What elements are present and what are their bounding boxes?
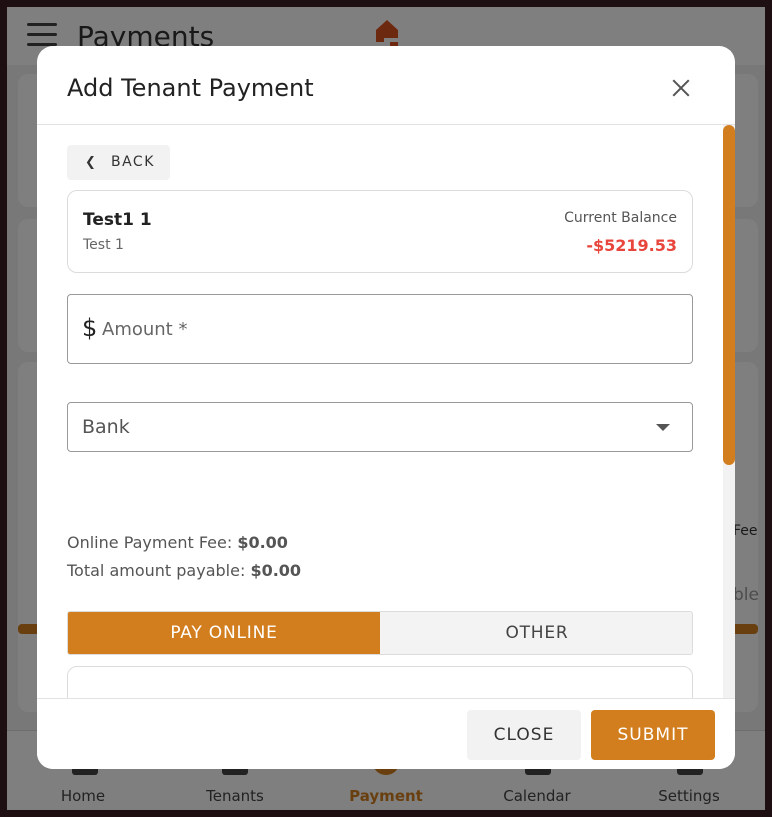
total-payable-label: Total amount payable: <box>67 561 246 580</box>
amount-placeholder: Amount * <box>102 319 188 340</box>
currency-prefix: $ <box>82 314 98 342</box>
online-payment-fee: Online Payment Fee: $0.00 <box>67 533 288 552</box>
other-tab[interactable]: OTHER <box>380 612 692 654</box>
dropdown-arrow-icon <box>656 424 670 431</box>
back-button-label: BACK <box>111 154 155 170</box>
dialog-title: Add Tenant Payment <box>67 74 314 102</box>
current-balance-value: -$5219.53 <box>586 236 677 255</box>
dialog-body: ❮ BACK Test1 1 Test 1 Current Balance -$… <box>37 125 735 698</box>
current-balance-label: Current Balance <box>564 210 677 226</box>
amount-input[interactable]: $ Amount * <box>67 294 693 364</box>
close-icon[interactable] <box>669 76 693 100</box>
total-payable-value: $0.00 <box>250 561 302 580</box>
tenant-card: Test1 1 Test 1 Current Balance -$5219.53 <box>67 190 693 273</box>
submit-button[interactable]: SUBMIT <box>591 710 715 760</box>
dialog-header: Add Tenant Payment <box>37 46 735 125</box>
online-fee-label: Online Payment Fee: <box>67 533 233 552</box>
back-button[interactable]: ❮ BACK <box>67 145 170 180</box>
dialog-footer: CLOSE SUBMIT <box>37 698 735 769</box>
payment-method-toggle: PAY ONLINE OTHER <box>67 611 693 655</box>
total-amount-payable: Total amount payable: $0.00 <box>67 561 301 580</box>
online-payment-panel <box>67 666 693 698</box>
scrollbar-thumb[interactable] <box>723 125 735 465</box>
bank-select-label: Bank <box>82 416 130 438</box>
pay-online-tab[interactable]: PAY ONLINE <box>68 612 380 654</box>
add-tenant-payment-dialog: Add Tenant Payment ❮ BACK Test1 1 Test 1… <box>37 46 735 769</box>
chevron-left-icon: ❮ <box>85 155 96 170</box>
close-button[interactable]: CLOSE <box>467 710 581 760</box>
tenant-subtitle: Test 1 <box>83 237 124 253</box>
tenant-name: Test1 1 <box>83 210 152 230</box>
bank-select[interactable]: Bank <box>67 402 693 452</box>
online-fee-value: $0.00 <box>237 533 288 552</box>
dialog-scrollbar[interactable] <box>723 125 735 698</box>
